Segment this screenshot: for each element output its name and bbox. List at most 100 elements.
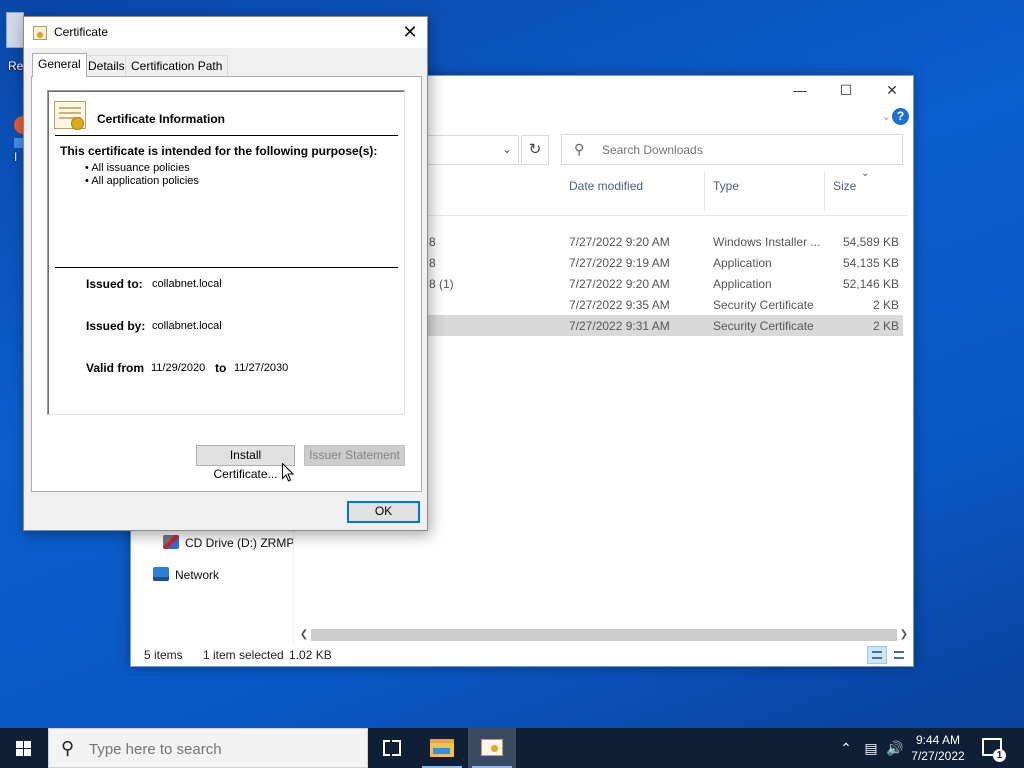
horizontal-scrollbar[interactable]: ❮ ❯ (297, 628, 911, 642)
maximize-button[interactable]: ☐ (823, 76, 869, 106)
nav-item-label: CD Drive (D:) ZRMP (185, 536, 295, 550)
file-type: Application (713, 256, 772, 270)
dialog-title: Certificate (54, 25, 109, 39)
nav-item-label: Network (175, 568, 220, 582)
details-view-icon (872, 651, 882, 659)
file-size: 54,589 KB (842, 235, 899, 249)
cursor-arrow-icon (282, 462, 295, 482)
file-name: 8 (429, 235, 436, 249)
sort-chevron-icon: ⌄ (861, 168, 870, 179)
certificate-information-box: Certificate Information This certificate… (47, 90, 405, 415)
certificate-icon (54, 101, 86, 130)
file-explorer-taskbar-button[interactable] (418, 728, 466, 768)
file-name: 8 (1) (429, 277, 454, 291)
file-date: 7/27/2022 9:35 AM (569, 298, 670, 312)
certificate-information-title: Certificate Information (97, 112, 226, 126)
ribbon-expand-chevron-icon[interactable]: ⌄ (882, 110, 891, 123)
recycle-bin-icon (6, 12, 24, 48)
valid-from-value: 11/29/2020 (151, 362, 206, 374)
valid-to-value: 11/27/2030 (234, 362, 289, 374)
file-date: 7/27/2022 9:20 AM (569, 277, 670, 291)
file-type: Windows Installer ... (713, 235, 821, 249)
clock-time: 9:44 AM (915, 733, 961, 747)
file-date: 7/27/2022 9:19 AM (569, 256, 670, 270)
dialog-title-bar[interactable]: Certificate ✕ (24, 17, 427, 48)
status-size: 1.02 KB (289, 648, 332, 662)
search-box[interactable]: ⚲ (561, 134, 903, 165)
file-row[interactable]: 8 (1) 7/27/2022 9:20 AM Application 52,1… (427, 273, 903, 294)
search-icon: ⚲ (574, 141, 585, 157)
nav-pane-divider[interactable] (293, 530, 294, 644)
file-name: 8 (429, 256, 436, 270)
valid-from-label: Valid from (86, 361, 145, 375)
close-button[interactable]: ✕ (869, 76, 915, 106)
certificate-dialog: Certificate ✕ General Details Certificat… (23, 16, 428, 531)
network-tray-icon[interactable]: ▤ (860, 728, 882, 768)
file-size: 2 KB (872, 319, 899, 333)
purpose-list: All issuance policies All application po… (85, 162, 199, 188)
file-date: 7/27/2022 9:20 AM (569, 235, 670, 249)
taskbar: ⚲ ⌃ ▤ 🔊 9:44 AM 7/27/2022 1 (0, 728, 1024, 768)
dialog-close-button[interactable]: ✕ (393, 17, 427, 48)
taskbar-search-input[interactable] (89, 739, 359, 759)
help-icon[interactable]: ? (892, 108, 909, 125)
tab-certification-path[interactable]: Certification Path (125, 55, 229, 76)
file-size: 54,135 KB (842, 256, 899, 270)
status-item-count: 5 items (144, 648, 183, 662)
valid-to-label: to (215, 361, 227, 375)
tab-general[interactable]: General (32, 53, 87, 77)
issued-to-value: collabnet.local (152, 278, 222, 290)
chevron-down-icon[interactable]: ⌄ (502, 142, 512, 156)
taskbar-search-box[interactable]: ⚲ (48, 728, 368, 768)
task-view-button[interactable] (368, 728, 416, 768)
notification-count-badge: 1 (993, 749, 1006, 762)
folder-icon (430, 739, 454, 757)
tab-details[interactable]: Details (82, 55, 131, 76)
certificate-icon (481, 739, 503, 756)
file-type: Application (713, 277, 772, 291)
recycle-bin-desktop-icon[interactable]: Re (0, 8, 24, 73)
file-type: Security Certificate (713, 298, 814, 312)
certificate-taskbar-button[interactable] (468, 728, 516, 768)
file-date: 7/27/2022 9:31 AM (569, 319, 670, 333)
scroll-left-icon[interactable]: ❮ (297, 628, 311, 642)
large-icons-view-button[interactable] (889, 646, 909, 664)
address-bar[interactable]: ⌄ (427, 135, 519, 165)
file-size: 52,146 KB (842, 277, 899, 291)
taskbar-clock[interactable]: 9:44 AM 7/27/2022 (908, 732, 968, 764)
mouse-cursor (282, 462, 295, 482)
cd-drive-icon (163, 535, 179, 549)
tray-overflow-chevron-icon[interactable]: ⌃ (838, 728, 854, 768)
ok-button[interactable]: OK (347, 501, 420, 523)
windows-logo-icon (16, 741, 32, 756)
status-bar: 5 items 1 item selected 1.02 KB (131, 644, 913, 666)
details-view-button[interactable] (867, 646, 887, 664)
file-row[interactable]: 8 7/27/2022 9:20 AM Windows Installer ..… (427, 231, 903, 252)
start-button[interactable] (0, 728, 48, 768)
search-input[interactable] (602, 141, 892, 159)
desktop-icon-label: Re (8, 59, 24, 73)
file-row[interactable]: 7/27/2022 9:35 AM Security Certificate 2… (427, 294, 903, 315)
general-tab-panel: Certificate Information This certificate… (31, 76, 422, 492)
nav-item-network[interactable]: Network (153, 567, 219, 587)
clock-date: 7/27/2022 (911, 749, 965, 763)
scroll-thumb[interactable] (311, 629, 897, 641)
nav-item-cd-drive[interactable]: CD Drive (D:) ZRMP (163, 535, 294, 555)
install-certificate-button[interactable]: Install Certificate... (196, 445, 295, 481)
refresh-button[interactable]: ↻ (521, 135, 549, 165)
purpose-item: All issuance policies (85, 162, 199, 175)
issuer-statement-button: Issuer Statement (304, 445, 405, 466)
scroll-right-icon[interactable]: ❯ (897, 628, 911, 642)
large-icons-view-icon (894, 651, 904, 659)
issued-by-label: Issued by: (86, 319, 146, 333)
column-header-date[interactable]: Date modified (561, 171, 705, 211)
column-header-type[interactable]: Type (705, 171, 825, 211)
certificate-icon (33, 26, 47, 40)
volume-tray-icon[interactable]: 🔊 (884, 728, 906, 768)
file-row[interactable]: 8 7/27/2022 9:19 AM Application 54,135 K… (427, 252, 903, 273)
file-row-selected[interactable]: 7/27/2022 9:31 AM Security Certificate 2… (427, 315, 903, 336)
divider (55, 267, 398, 268)
file-size: 2 KB (872, 298, 899, 312)
status-selected: 1 item selected (203, 648, 284, 662)
minimize-button[interactable]: — (777, 76, 823, 106)
